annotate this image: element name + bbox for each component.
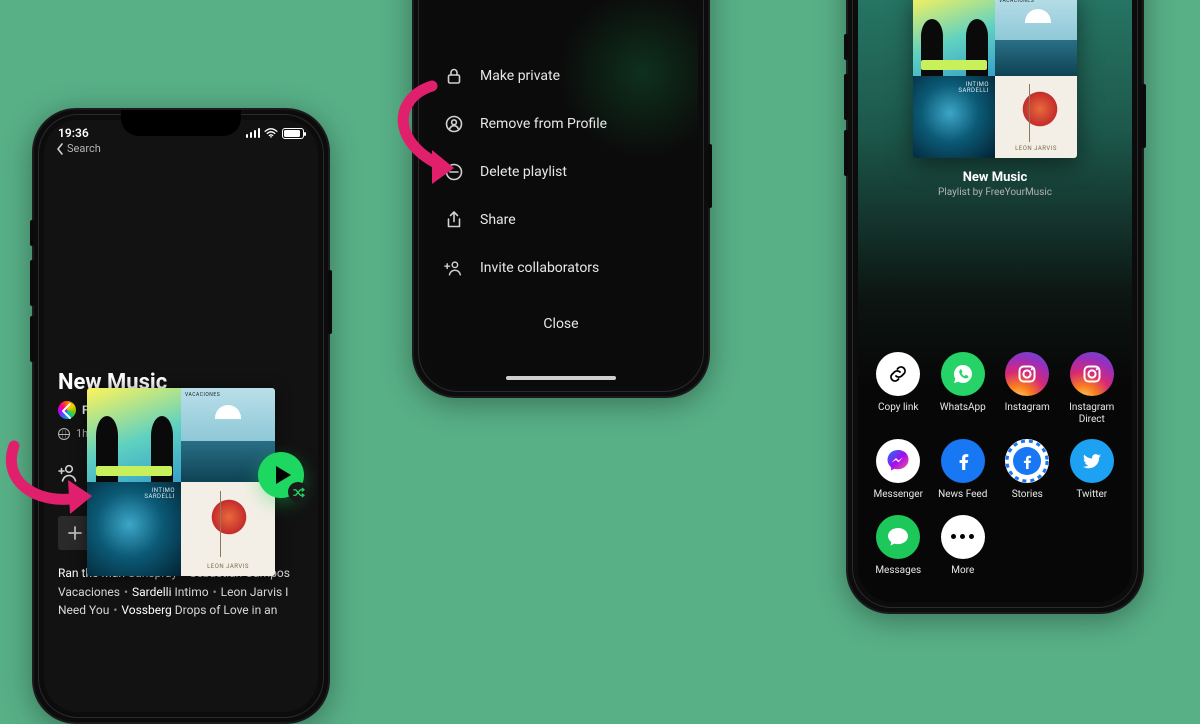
share-stories[interactable]: Stories: [995, 439, 1060, 501]
globe-icon: [58, 428, 70, 440]
status-time: 19:36: [58, 126, 89, 140]
link-icon: [876, 352, 920, 396]
menu-delete-playlist[interactable]: Delete playlist: [444, 148, 678, 196]
wifi-icon: [264, 128, 278, 138]
menu-invite-collaborators[interactable]: Invite collaborators: [444, 244, 678, 292]
facebook-stories-icon: [1005, 439, 1049, 483]
more-icon: [941, 515, 985, 559]
instagram-direct-icon: [1070, 352, 1114, 396]
profile-remove-icon: [444, 114, 464, 134]
playlist-cover: VACACIONES INTIMOSARDELLI LEON JARVIS: [87, 388, 275, 576]
menu-share[interactable]: Share: [444, 196, 678, 244]
share-twitter[interactable]: Twitter: [1060, 439, 1125, 501]
share-copy-link[interactable]: Copy link: [866, 352, 931, 425]
home-indicator[interactable]: [506, 376, 616, 380]
battery-icon: [282, 128, 304, 139]
share-subtitle: Playlist by FreeYourMusic: [858, 187, 1132, 198]
share-more[interactable]: More: [931, 515, 996, 577]
messenger-icon: [876, 439, 920, 483]
minus-circle-icon: [444, 162, 464, 182]
back-to-search-label: Search: [67, 142, 101, 155]
phone-share-sheet: VACACIONES INTIMOSARDELLI LEON JARVIS Ne…: [846, 0, 1144, 614]
cover-tile-1: [87, 388, 181, 482]
add-collaborator-button[interactable]: [58, 463, 80, 487]
share-messenger[interactable]: Messenger: [866, 439, 931, 501]
messages-icon: [876, 515, 920, 559]
share-icon: [444, 210, 464, 230]
share-instagram-direct[interactable]: Instagram Direct: [1060, 352, 1125, 425]
share-news-feed[interactable]: News Feed: [931, 439, 996, 501]
facebook-icon: [941, 439, 985, 483]
cover-tile-3: INTIMOSARDELLI: [87, 482, 181, 576]
phone-playlist: 19:36 Search VACACIONES INTIMOSAR: [32, 108, 330, 724]
share-target-grid: Copy link WhatsApp Instagram Instagram D…: [858, 342, 1132, 590]
instagram-icon: [1005, 352, 1049, 396]
signal-icon: [246, 128, 261, 138]
phone-context-menu: Make private Remove from Profile Delete …: [412, 0, 710, 398]
menu-make-private[interactable]: Make private: [444, 52, 678, 100]
context-menu: Make private Remove from Profile Delete …: [424, 52, 698, 342]
menu-remove-profile[interactable]: Remove from Profile: [444, 100, 678, 148]
back-button[interactable]: [58, 402, 76, 424]
invite-icon: [444, 258, 464, 278]
share-cover: VACACIONES INTIMOSARDELLI LEON JARVIS: [913, 0, 1077, 158]
shuffle-toggle[interactable]: [288, 482, 308, 502]
share-instagram[interactable]: Instagram: [995, 352, 1060, 425]
share-messages[interactable]: Messages: [866, 515, 931, 577]
menu-close[interactable]: Close: [533, 306, 588, 342]
back-to-search[interactable]: Search: [44, 142, 318, 155]
share-title: New Music: [858, 170, 1132, 185]
share-whatsapp[interactable]: WhatsApp: [931, 352, 996, 425]
plus-icon: [66, 524, 84, 542]
whatsapp-icon: [941, 352, 985, 396]
twitter-icon: [1070, 439, 1114, 483]
lock-icon: [444, 66, 464, 86]
